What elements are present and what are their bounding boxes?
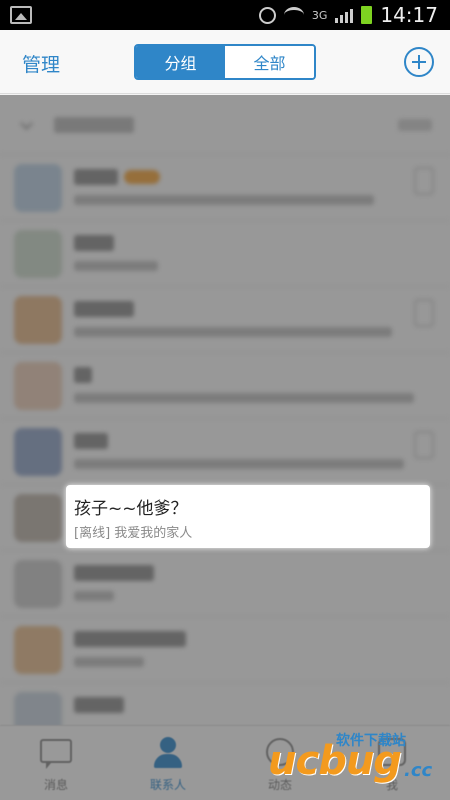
watermark-brand: ucbug xyxy=(268,738,402,784)
status-icons: 3G 14:17 xyxy=(258,3,438,27)
contact-name: 孩子~~他爹？ xyxy=(74,499,188,519)
watermark-logo: 软件下载站 ucbug .cc xyxy=(268,728,448,798)
segment-control: 分组 全部 xyxy=(134,44,316,80)
contact-signature: [离线] 我爱我的家人 xyxy=(74,526,193,541)
battery-icon xyxy=(361,6,373,24)
status-bar: 3G 14:17 xyxy=(0,0,450,30)
title-bar: 管理 分组 全部 xyxy=(0,30,450,94)
dim-overlay xyxy=(0,95,450,800)
alarm-icon xyxy=(258,6,276,24)
wifi-icon xyxy=(283,7,304,23)
network-type: 3G xyxy=(311,8,328,22)
segment-groups[interactable]: 分组 xyxy=(136,46,225,78)
gallery-notification-icon xyxy=(10,6,32,24)
segment-all[interactable]: 全部 xyxy=(225,46,314,78)
highlighted-contact[interactable]: 孩子~~他爹？ [离线] 我爱我的家人 xyxy=(66,485,430,548)
clock: 14:17 xyxy=(380,3,438,27)
signal-icon xyxy=(335,7,354,23)
watermark-suffix: .cc xyxy=(404,760,433,781)
add-contact-icon[interactable] xyxy=(404,47,434,77)
manage-button[interactable]: 管理 xyxy=(22,50,60,77)
